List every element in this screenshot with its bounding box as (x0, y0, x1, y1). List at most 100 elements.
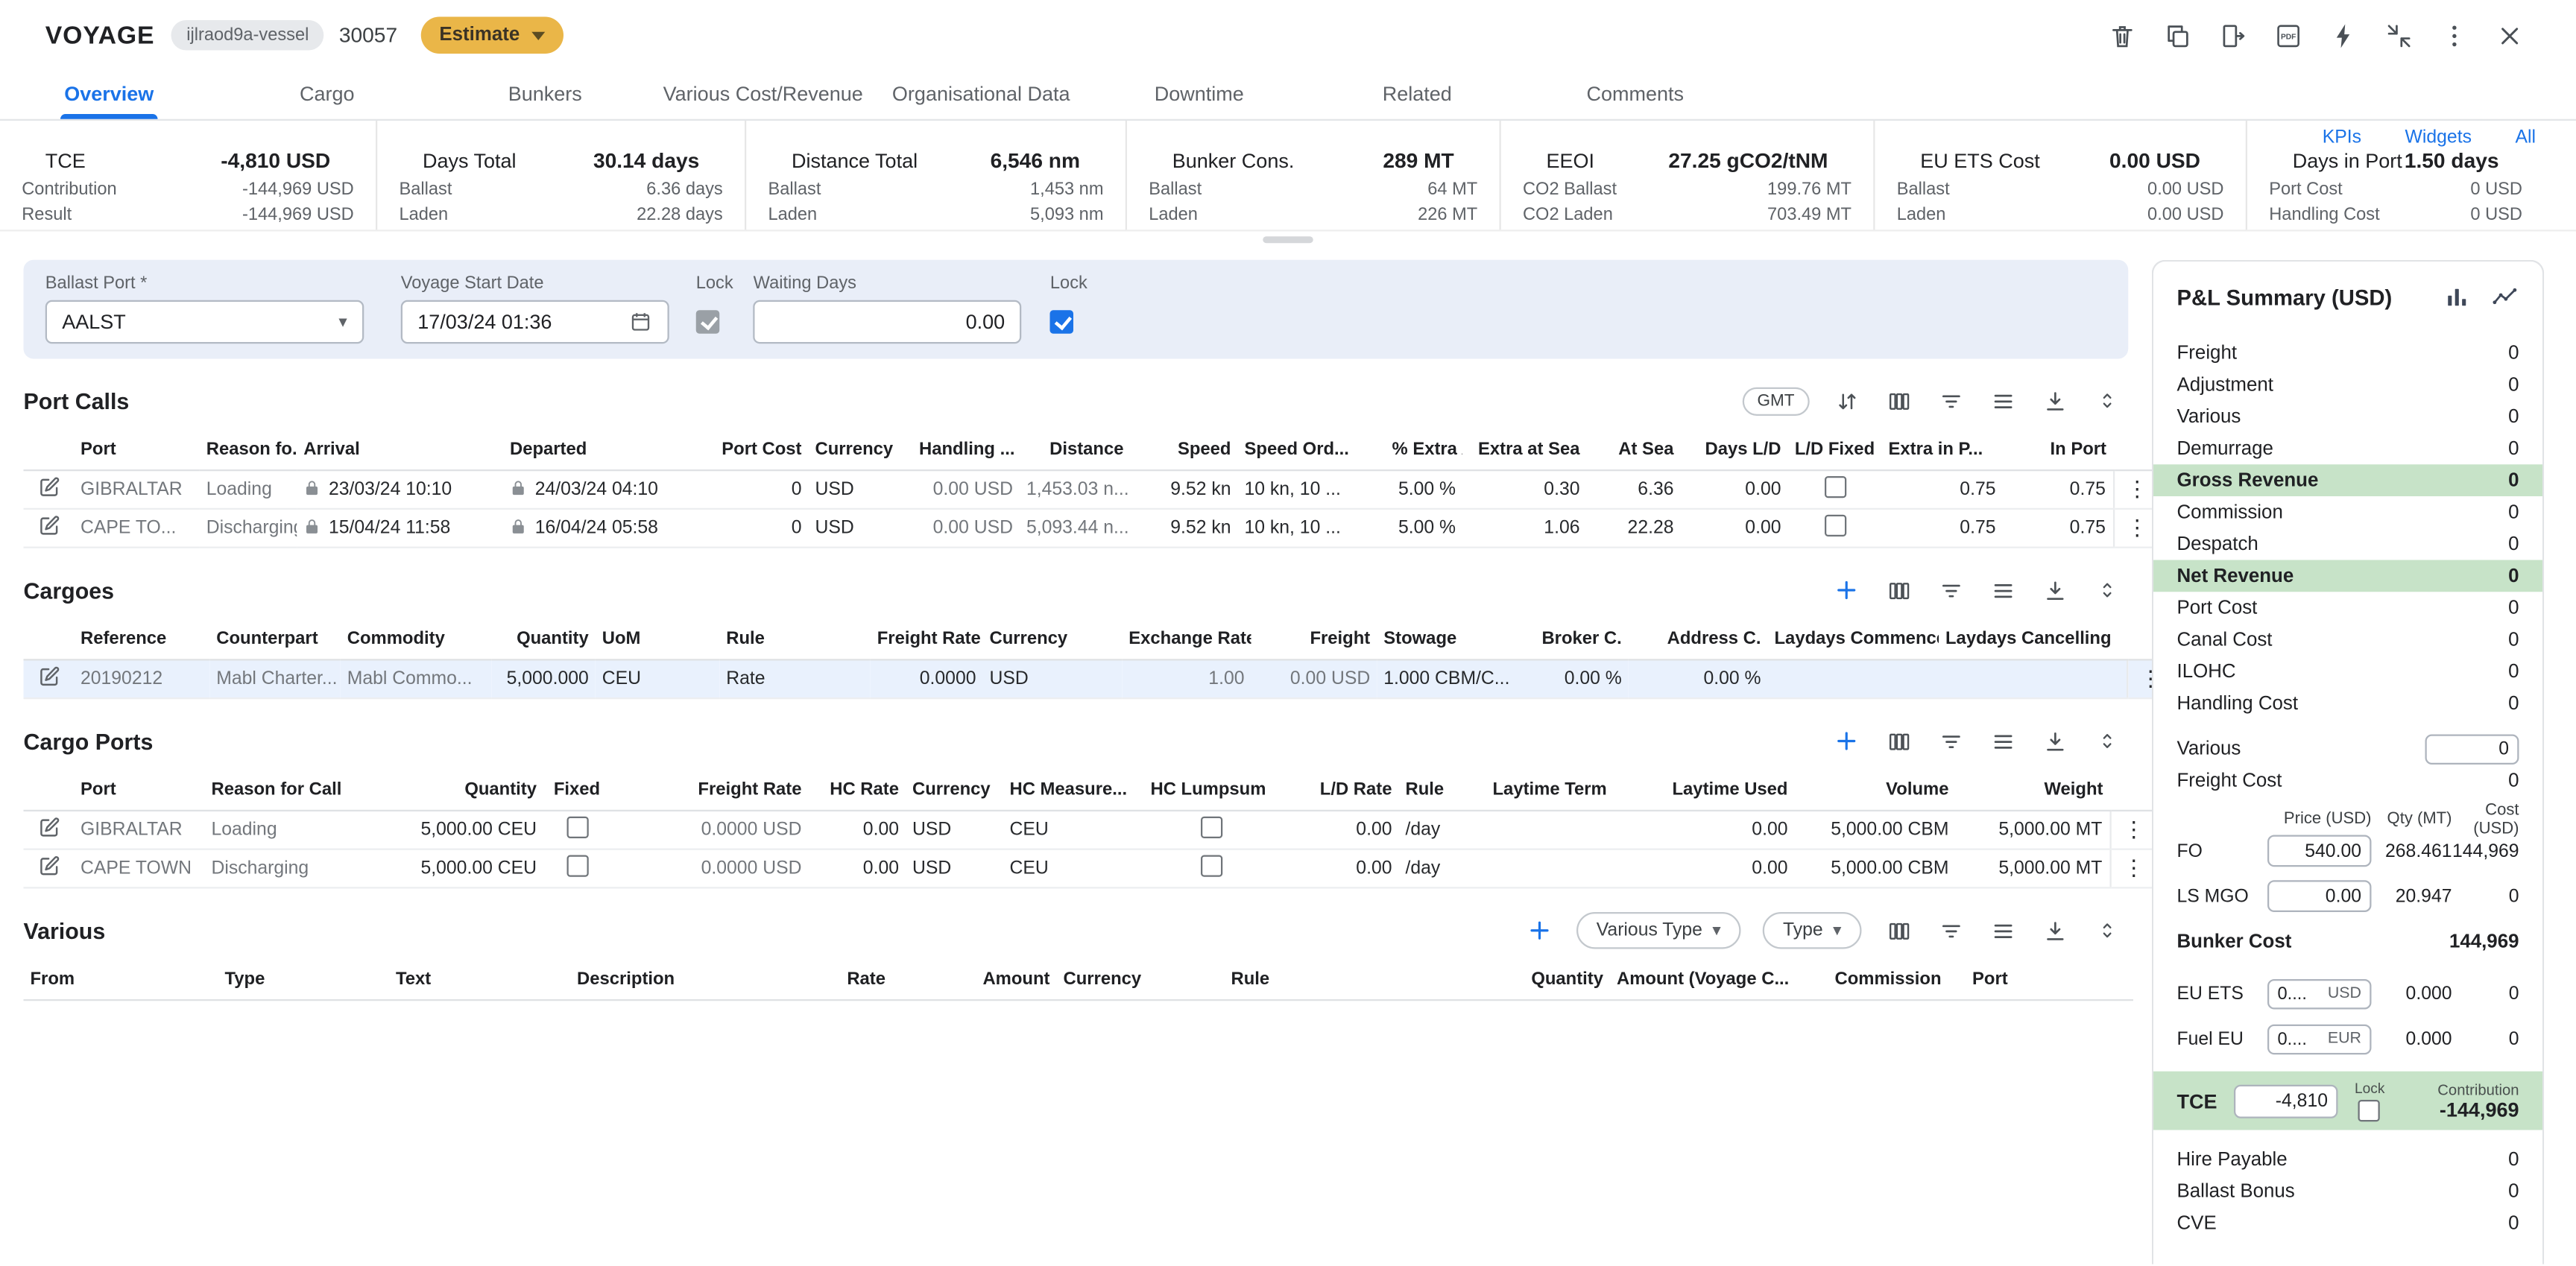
col-rule[interactable]: Rule (1225, 959, 1510, 1000)
edit-row-button[interactable] (24, 811, 75, 849)
col-counterpart[interactable]: Counterpart (209, 618, 341, 659)
tab-various-cost-revenue[interactable]: Various Cost/Revenue (654, 71, 873, 119)
menu-button[interactable] (1987, 726, 2018, 756)
eu-ets-input[interactable]: 0....USD (2267, 978, 2372, 1009)
col-commodity[interactable]: Commodity (341, 618, 492, 659)
panel-resize-handle[interactable] (0, 232, 2576, 247)
port-call-row[interactable]: GIBRALTAR Loading 23/03/24 10:10 24/03/2… (24, 470, 2161, 509)
col-port-cost[interactable]: Port Cost (711, 429, 809, 470)
columns-button[interactable] (1884, 575, 1914, 606)
col-extra-at-sea[interactable]: Extra at Sea (1462, 429, 1587, 470)
col-speed-ordered[interactable]: Speed Ord... (1238, 429, 1386, 470)
close-button[interactable] (2494, 19, 2526, 51)
download-button[interactable] (2039, 386, 2070, 417)
download-button[interactable] (2039, 575, 2070, 606)
tce-lock-checkbox[interactable] (2359, 1100, 2381, 1121)
fixed-checkbox[interactable] (566, 855, 587, 877)
row-menu-button[interactable]: ⋮ (2110, 849, 2157, 888)
col-description[interactable]: Description (570, 959, 755, 1000)
sort-button[interactable] (1831, 386, 1862, 417)
col-in-port[interactable]: In Port (2003, 429, 2114, 470)
start-date-input[interactable]: 17/03/24 01:36 (401, 300, 669, 344)
cargo-row[interactable]: 20190212 Mabl Charter... Mabl Commo... 5… (24, 659, 2174, 698)
col-departed[interactable]: Departed (503, 429, 711, 470)
col-currency[interactable]: Currency (906, 770, 1003, 811)
tab-comments[interactable]: Comments (1527, 71, 1745, 119)
columns-button[interactable] (1884, 916, 1914, 946)
row-menu-button[interactable]: ⋮ (2110, 811, 2157, 849)
delete-button[interactable] (2106, 19, 2138, 51)
col-extra-in-port[interactable]: Extra in P... (1882, 429, 2003, 470)
copy-button[interactable] (2162, 19, 2194, 51)
col-stowage[interactable]: Stowage (1377, 618, 1532, 659)
col-laytime-used[interactable]: Laytime Used (1641, 770, 1795, 811)
col-currency[interactable]: Currency (809, 429, 913, 470)
gmt-toggle[interactable]: GMT (1742, 387, 1809, 415)
col-port[interactable]: Port (74, 770, 205, 811)
port-call-row[interactable]: CAPE TO... Discharging 15/04/24 11:58 16… (24, 509, 2161, 548)
col-exchange-rate[interactable]: Exchange Rate (1122, 618, 1251, 659)
col-broker-commission[interactable]: Broker C. (1533, 618, 1629, 659)
col-address-commission[interactable]: Address C. (1629, 618, 1768, 659)
add-cargo-port-button[interactable] (1831, 726, 1862, 756)
cargo-port-row[interactable]: CAPE TOWN Discharging 5,000.00 CEU 0.000… (24, 849, 2157, 888)
edit-row-button[interactable] (24, 509, 75, 548)
various-amount-input[interactable] (2425, 733, 2519, 764)
tce-input[interactable] (2234, 1084, 2338, 1118)
filter-button[interactable] (1936, 726, 1966, 756)
link-kpis[interactable]: KPIs (2323, 127, 2361, 148)
estimate-button[interactable]: Estimate (421, 17, 564, 54)
menu-button[interactable] (1987, 916, 2018, 946)
tab-bunkers[interactable]: Bunkers (436, 71, 654, 119)
col-currency[interactable]: Currency (983, 618, 1123, 659)
expand-button[interactable] (2092, 386, 2122, 417)
more-button[interactable] (2439, 19, 2471, 51)
filter-button[interactable] (1936, 386, 1966, 417)
expand-button[interactable] (2092, 575, 2122, 606)
col-distance[interactable]: Distance (1020, 429, 1131, 470)
line-chart-button[interactable] (2490, 283, 2519, 310)
tab-related[interactable]: Related (1308, 71, 1527, 119)
col-currency[interactable]: Currency (1057, 959, 1225, 1000)
col-reference[interactable]: Reference (74, 618, 209, 659)
flash-button[interactable] (2328, 19, 2360, 51)
type-dropdown[interactable]: Type▾ (1763, 912, 1862, 949)
tab-downtime[interactable]: Downtime (1090, 71, 1309, 119)
waiting-days-input[interactable] (754, 300, 1022, 344)
col-type[interactable]: Type (218, 959, 390, 1000)
col-quantity[interactable]: Quantity (359, 770, 544, 811)
lock-date-checkbox[interactable] (696, 310, 720, 334)
col-days-ld[interactable]: Days L/D (1681, 429, 1788, 470)
col-ld-fixed[interactable]: L/D Fixed (1788, 429, 1882, 470)
col-extra-at-sea-pct[interactable]: % Extra At... (1386, 429, 1463, 470)
collapse-button[interactable] (2383, 19, 2415, 51)
ballast-port-select[interactable]: AALST▾ (45, 300, 364, 344)
tab-overview[interactable]: Overview (0, 71, 218, 119)
filter-button[interactable] (1936, 916, 1966, 946)
expand-button[interactable] (2092, 916, 2122, 946)
fuel-eu-input[interactable]: 0....EUR (2267, 1024, 2372, 1054)
edit-row-button[interactable] (24, 849, 75, 888)
bar-chart-button[interactable] (2443, 283, 2470, 310)
lock-waiting-checkbox[interactable] (1050, 310, 1074, 334)
calendar-icon[interactable] (629, 310, 653, 334)
col-port[interactable]: Port (1966, 959, 2133, 1000)
col-rule[interactable]: Rule (1399, 770, 1486, 811)
expand-button[interactable] (2092, 726, 2122, 756)
col-hc-lumpsum[interactable]: HC Lumpsum (1144, 770, 1278, 811)
col-speed[interactable]: Speed (1131, 429, 1238, 470)
tab-cargo[interactable]: Cargo (218, 71, 437, 119)
link-widgets[interactable]: Widgets (2405, 127, 2472, 148)
col-amount-voyage-currency[interactable]: Amount (Voyage C... (1610, 959, 1828, 1000)
col-laydays-cancelling[interactable]: Laydays Cancelling (1939, 618, 2127, 659)
col-uom[interactable]: UoM (596, 618, 720, 659)
col-volume[interactable]: Volume (1795, 770, 1956, 811)
col-reason[interactable]: Reason fo... (200, 429, 297, 470)
hc-lumpsum-checkbox[interactable] (1200, 855, 1222, 877)
link-all[interactable]: All (2515, 127, 2536, 148)
col-amount[interactable]: Amount (892, 959, 1057, 1000)
col-text[interactable]: Text (389, 959, 570, 1000)
ld-fixed-checkbox[interactable] (1824, 476, 1846, 498)
col-from[interactable]: From (24, 959, 218, 1000)
download-button[interactable] (2039, 726, 2070, 756)
